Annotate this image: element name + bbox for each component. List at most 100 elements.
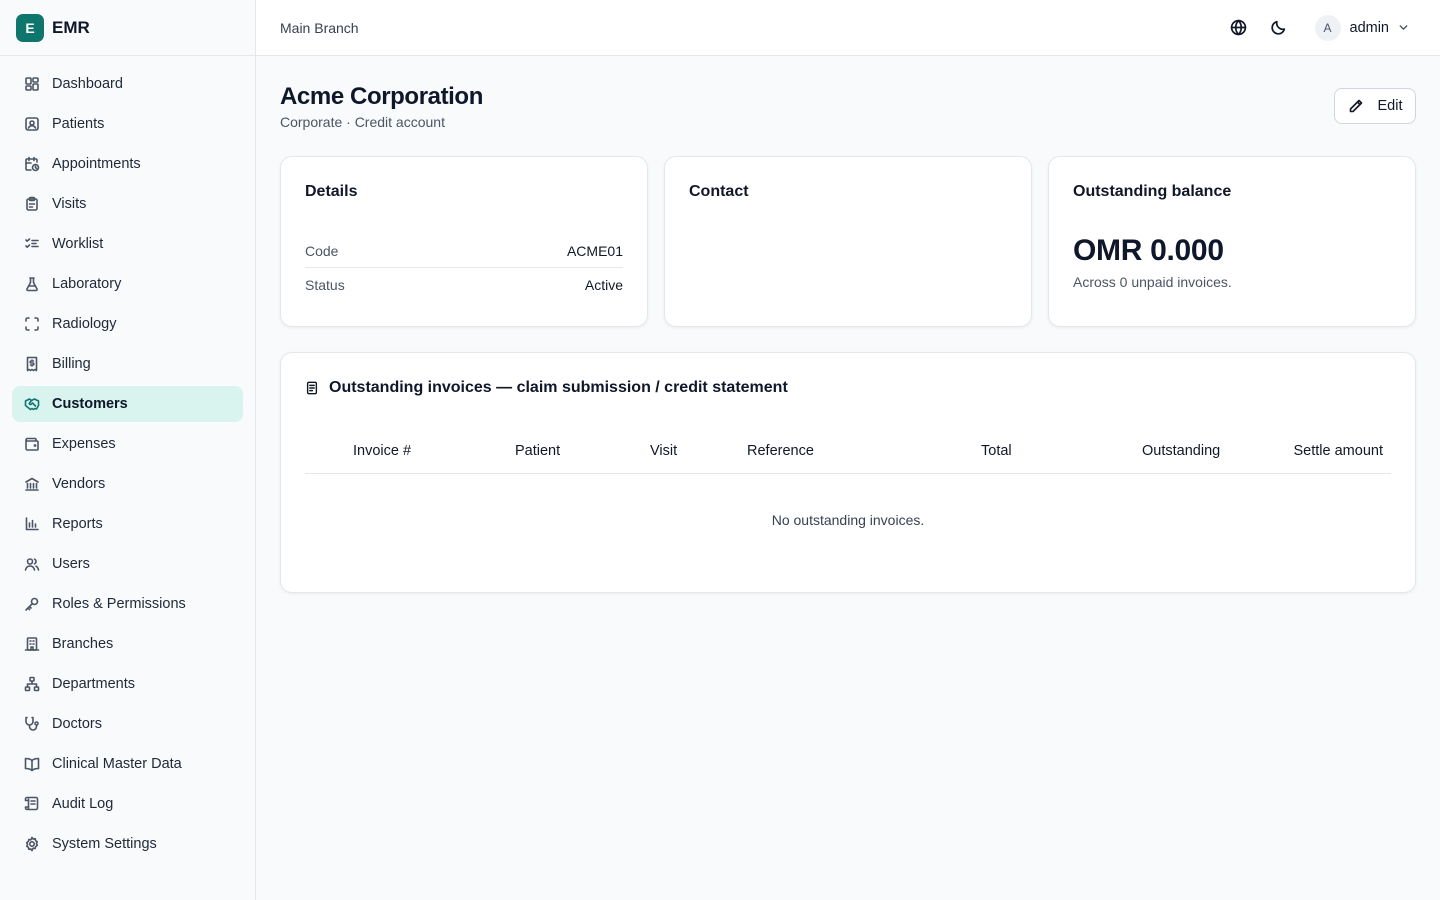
sidebar-item-label: Customers bbox=[52, 396, 128, 412]
sidebar-item-doctors[interactable]: Doctors bbox=[12, 706, 243, 742]
column-header[interactable]: Settle amount bbox=[1294, 443, 1383, 459]
detail-value: Active bbox=[584, 276, 623, 293]
column-header[interactable]: Invoice # bbox=[353, 443, 411, 459]
main-content: Acme Corporation Corporate · Credit acco… bbox=[280, 56, 1416, 593]
users-icon bbox=[24, 556, 40, 572]
header-actions: A admin bbox=[1223, 11, 1417, 45]
sidebar-item-label: Roles & Permissions bbox=[52, 596, 186, 612]
sidebar-item-reports[interactable]: Reports bbox=[12, 506, 243, 542]
detail-key: Code bbox=[305, 243, 339, 259]
details-row-code: Code ACME01 bbox=[305, 235, 623, 268]
sidebar-item-label: Visits bbox=[52, 196, 87, 212]
sidebar-item-label: Billing bbox=[52, 356, 91, 372]
edit-button[interactable]: Edit bbox=[1334, 88, 1416, 124]
sidebar-item-label: Clinical Master Data bbox=[52, 756, 182, 772]
details-title: Details bbox=[305, 183, 358, 200]
landmark-icon bbox=[24, 476, 40, 492]
top-header: Main Branch A admin bbox=[256, 0, 1440, 56]
theme-toggle-button[interactable] bbox=[1263, 12, 1295, 44]
sidebar-item-billing[interactable]: Billing bbox=[12, 346, 243, 382]
invoices-card: Outstanding invoices — claim submission … bbox=[280, 352, 1416, 593]
sidebar-item-dashboard[interactable]: Dashboard bbox=[12, 66, 243, 102]
sidebar-item-departments[interactable]: Departments bbox=[12, 666, 243, 702]
branch-name[interactable]: Main Branch bbox=[280, 20, 359, 36]
details-row-status: Status Active bbox=[305, 268, 623, 301]
patients-icon bbox=[24, 116, 40, 132]
sidebar-item-label: Patients bbox=[52, 116, 105, 132]
user-menu[interactable]: A admin bbox=[1309, 11, 1417, 45]
language-button[interactable] bbox=[1223, 12, 1255, 44]
sidebar-item-customers[interactable]: Customers bbox=[12, 386, 243, 422]
contact-card: Contact bbox=[664, 156, 1032, 327]
sidebar-item-patients[interactable]: Patients bbox=[12, 106, 243, 142]
avatar: A bbox=[1314, 14, 1341, 41]
brand-logo: E bbox=[16, 13, 44, 42]
sidebar-item-laboratory[interactable]: Laboratory bbox=[12, 266, 243, 302]
sidebar-item-label: Laboratory bbox=[52, 276, 122, 292]
scan-icon bbox=[24, 316, 40, 332]
sidebar-item-label: Branches bbox=[52, 636, 114, 652]
network-icon bbox=[24, 676, 40, 692]
detail-key: Status bbox=[305, 276, 345, 293]
column-header[interactable]: Patient bbox=[515, 443, 560, 459]
balance-card: Outstanding balance OMR 0.000 Across 0 u… bbox=[1048, 156, 1416, 327]
balance-note: Across 0 unpaid invoices. bbox=[1073, 274, 1232, 290]
sidebar-item-radiology[interactable]: Radiology bbox=[12, 306, 243, 342]
bar-chart-icon bbox=[24, 516, 40, 532]
sidebar-item-label: Expenses bbox=[52, 436, 116, 452]
page-subtitle: Corporate · Credit account bbox=[280, 114, 445, 130]
dashboard-icon bbox=[24, 76, 40, 92]
column-header[interactable]: Total bbox=[981, 443, 1012, 459]
document-icon bbox=[305, 381, 319, 395]
invoices-title-text: Outstanding invoices — claim submission … bbox=[329, 379, 788, 396]
column-header[interactable]: Reference bbox=[747, 443, 814, 459]
sidebar-item-label: Appointments bbox=[52, 156, 141, 172]
edit-button-label: Edit bbox=[1377, 98, 1403, 114]
page-title: Acme Corporation bbox=[280, 83, 483, 110]
gear-icon bbox=[24, 836, 40, 852]
sidebar-item-vendors[interactable]: Vendors bbox=[12, 466, 243, 502]
balance-title: Outstanding balance bbox=[1073, 183, 1232, 200]
globe-icon bbox=[1230, 19, 1247, 36]
sidebar-item-visits[interactable]: Visits bbox=[12, 186, 243, 222]
flask-icon bbox=[24, 276, 40, 292]
sidebar-item-label: System Settings bbox=[52, 836, 157, 852]
handshake-icon bbox=[24, 396, 40, 412]
invoices-title: Outstanding invoices — claim submission … bbox=[305, 379, 1391, 397]
details-card: Details Code ACME01 Status Active bbox=[280, 156, 648, 327]
sidebar-item-label: Radiology bbox=[52, 316, 117, 332]
scroll-icon bbox=[24, 796, 40, 812]
brand-name: EMR bbox=[52, 17, 90, 37]
moon-icon bbox=[1270, 19, 1287, 36]
sidebar-item-expenses[interactable]: Expenses bbox=[12, 426, 243, 462]
user-name: admin bbox=[1349, 19, 1390, 36]
sidebar-item-roles-permissions[interactable]: Roles & Permissions bbox=[12, 586, 243, 622]
brand[interactable]: E EMR bbox=[0, 0, 255, 56]
balance-amount: OMR 0.000 bbox=[1073, 234, 1224, 267]
sidebar-item-label: Doctors bbox=[52, 716, 102, 732]
invoices-table-header: Invoice # Patient Visit Reference Total … bbox=[305, 434, 1391, 474]
sidebar-item-system-settings[interactable]: System Settings bbox=[12, 826, 243, 862]
sidebar-item-label: Vendors bbox=[52, 476, 106, 492]
sidebar-item-label: Audit Log bbox=[52, 796, 114, 812]
building-icon bbox=[24, 636, 40, 652]
wallet-icon bbox=[24, 436, 40, 452]
sidebar-item-appointments[interactable]: Appointments bbox=[12, 146, 243, 182]
sidebar-item-worklist[interactable]: Worklist bbox=[12, 226, 243, 262]
sidebar-item-clinical-master-data[interactable]: Clinical Master Data bbox=[12, 746, 243, 782]
sidebar: E EMR Dashboard Patients Appointments Vi… bbox=[0, 0, 256, 900]
book-icon bbox=[24, 756, 40, 772]
page-header: Acme Corporation Corporate · Credit acco… bbox=[280, 56, 1416, 156]
chevron-down-icon bbox=[1397, 21, 1410, 34]
sidebar-item-label: Departments bbox=[52, 676, 136, 692]
sidebar-item-label: Worklist bbox=[52, 236, 104, 252]
sidebar-item-branches[interactable]: Branches bbox=[12, 626, 243, 662]
sidebar-item-label: Users bbox=[52, 556, 90, 572]
sidebar-item-users[interactable]: Users bbox=[12, 546, 243, 582]
list-checks-icon bbox=[24, 236, 40, 252]
receipt-icon bbox=[24, 356, 40, 372]
calendar-clock-icon bbox=[24, 156, 40, 172]
column-header[interactable]: Visit bbox=[650, 443, 677, 459]
sidebar-item-audit-log[interactable]: Audit Log bbox=[12, 786, 243, 822]
column-header[interactable]: Outstanding bbox=[1142, 443, 1220, 459]
